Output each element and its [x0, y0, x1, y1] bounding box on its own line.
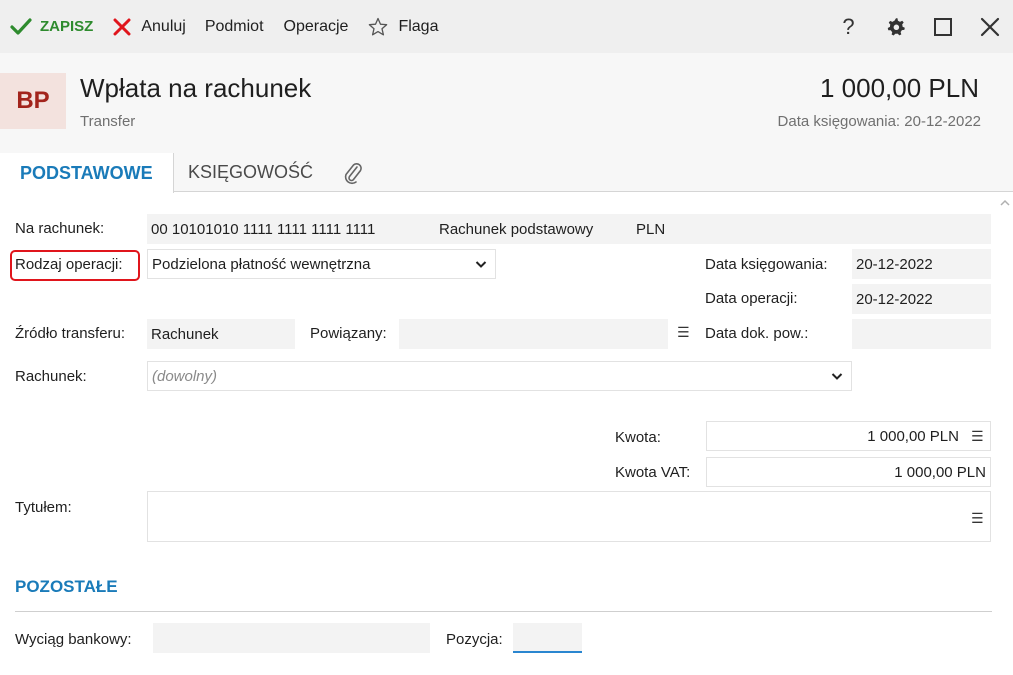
operation-type-select[interactable]: Podzielona płatność wewnętrzna	[147, 249, 496, 279]
to-account-number: 00 10101010 1111 1111 1111 1111	[151, 220, 376, 238]
amount-value: 1 000,00 PLN	[867, 427, 959, 445]
related-field	[399, 319, 668, 349]
chevron-down-icon	[831, 373, 843, 380]
maximize-button[interactable]	[919, 0, 966, 53]
operation-type-label: Rodzaj operacji:	[15, 256, 123, 273]
page-subtitle: Transfer	[80, 113, 136, 130]
window-close-icon	[980, 17, 999, 36]
to-account-name: Rachunek podstawowy	[439, 220, 594, 238]
tab-accounting[interactable]: KSIĘGOWOŚĆ	[188, 153, 313, 192]
flag-button-label: Flaga	[398, 17, 439, 35]
operation-date-label: Data operacji:	[705, 290, 798, 307]
source-value: Rachunek	[151, 325, 219, 343]
scroll-up-arrow-icon[interactable]	[1000, 198, 1010, 208]
header-posting-date: Data księgowania: 20-12-2022	[777, 113, 981, 130]
maximize-icon	[933, 17, 952, 36]
statement-field	[153, 623, 430, 653]
account-placeholder: (dowolny)	[152, 367, 218, 385]
related-menu-icon[interactable]: ☰	[677, 324, 690, 341]
source-label: Źródło transferu:	[15, 325, 126, 342]
cancel-button-label: Anuluj	[141, 17, 186, 35]
doc-date-field	[852, 319, 991, 349]
posting-date-value: 20-12-2022	[856, 255, 933, 273]
save-button-label: ZAPISZ	[40, 18, 94, 35]
to-account-field: 00 10101010 1111 1111 1111 1111 Rachunek…	[147, 214, 991, 244]
header-amount: 1 000,00 PLN	[819, 73, 979, 103]
operation-type-value: Podzielona płatność wewnętrzna	[152, 255, 371, 273]
avatar: BP	[0, 73, 66, 129]
to-account-label: Na rachunek:	[15, 220, 105, 237]
section-other-heading: POZOSTAŁE	[15, 577, 118, 596]
title-label: Tytułem:	[15, 499, 72, 516]
statement-label: Wyciąg bankowy:	[15, 631, 132, 648]
title-menu-icon[interactable]: ☰	[971, 510, 984, 527]
tab-attachments[interactable]	[339, 153, 367, 192]
posting-date-field: 20-12-2022	[852, 249, 991, 279]
operation-date-value: 20-12-2022	[856, 290, 933, 308]
tab-basic[interactable]: PODSTAWOWE	[0, 153, 174, 193]
section-divider	[15, 611, 992, 612]
check-icon	[10, 17, 32, 35]
vat-value: 1 000,00 PLN	[894, 463, 986, 481]
flag-button[interactable]: Flaga	[368, 0, 438, 53]
title-textarea[interactable]	[147, 491, 991, 542]
account-select[interactable]: (dowolny)	[147, 361, 852, 391]
position-label: Pozycja:	[446, 631, 503, 648]
amount-label: Kwota:	[615, 429, 661, 446]
star-icon	[369, 17, 388, 35]
subject-button-label: Podmiot	[204, 17, 264, 35]
subject-button[interactable]: Podmiot	[205, 0, 264, 53]
position-input[interactable]	[513, 623, 582, 653]
close-window-button[interactable]	[966, 0, 1013, 53]
amount-menu-icon[interactable]: ☰	[971, 428, 984, 445]
chevron-down-icon	[475, 261, 487, 268]
save-button[interactable]: ZAPISZ	[0, 0, 93, 53]
vat-input[interactable]: 1 000,00 PLN	[706, 457, 991, 487]
operations-button-label: Operacje	[283, 17, 349, 35]
window-controls: ?	[825, 0, 1013, 53]
close-x-icon	[113, 18, 131, 35]
operation-date-field: 20-12-2022	[852, 284, 991, 314]
posting-date-label: Data księgowania:	[705, 256, 828, 273]
amount-input[interactable]: 1 000,00 PLN	[706, 421, 991, 451]
doc-date-label: Data dok. pow.:	[705, 325, 809, 342]
account-label: Rachunek:	[15, 368, 87, 385]
settings-button[interactable]	[872, 0, 919, 53]
vat-label: Kwota VAT:	[615, 464, 691, 481]
document-header: BP Wpłata na rachunek Transfer 1 000,00 …	[0, 53, 1013, 153]
page-title: Wpłata na rachunek	[80, 73, 312, 103]
toolbar: ZAPISZ Anuluj Podmiot Operacje Flaga ?	[0, 0, 1013, 53]
help-icon: ?	[842, 13, 855, 39]
gear-icon	[887, 17, 905, 36]
tab-bar: PODSTAWOWE KSIĘGOWOŚĆ	[0, 153, 1013, 193]
cancel-button[interactable]: Anuluj	[113, 0, 186, 53]
operations-button[interactable]: Operacje	[284, 0, 349, 53]
to-account-currency: PLN	[636, 220, 666, 238]
source-field: Rachunek	[147, 319, 295, 349]
paperclip-icon	[344, 162, 362, 184]
help-button[interactable]: ?	[825, 0, 872, 53]
related-label: Powiązany:	[310, 325, 387, 342]
